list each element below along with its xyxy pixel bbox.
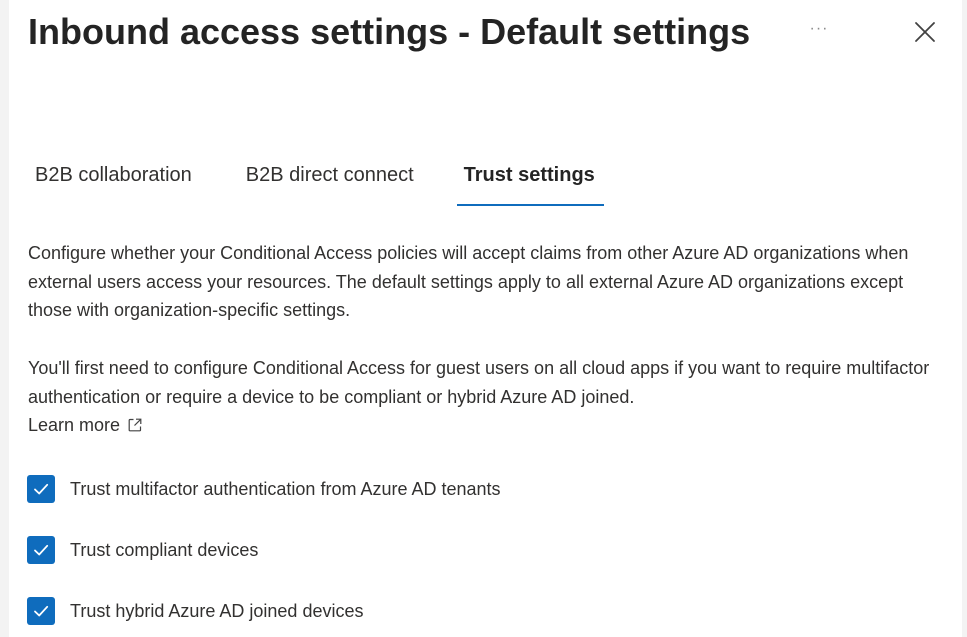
- trust-mfa-label: Trust multifactor authentication from Az…: [70, 479, 501, 499]
- more-icon: ···: [809, 20, 829, 37]
- tab-b2b-collaboration[interactable]: B2B collaboration: [27, 160, 200, 208]
- conditional-access-note: You'll first need to configure Condition…: [28, 354, 948, 440]
- trust-hybrid-devices-label: Trust hybrid Azure AD joined devices: [70, 601, 364, 621]
- settings-panel: Inbound access settings - Default settin…: [9, 0, 962, 637]
- learn-more-label: Learn more: [28, 415, 121, 435]
- trust-settings-description: Configure whether your Conditional Acces…: [28, 243, 909, 320]
- note-text: You'll first need to configure Condition…: [28, 358, 930, 407]
- close-icon: [915, 22, 935, 42]
- option-trust-compliant-devices[interactable]: Trust compliant devices: [27, 536, 258, 564]
- checkmark-icon: [34, 605, 49, 617]
- panel-header: Inbound access settings - Default settin…: [28, 10, 962, 60]
- option-trust-hybrid-devices[interactable]: Trust hybrid Azure AD joined devices: [27, 597, 363, 625]
- page-title: Inbound access settings - Default settin…: [28, 11, 751, 52]
- trust-mfa-checkbox[interactable]: [27, 475, 55, 503]
- checkmark-icon: [34, 483, 49, 495]
- external-link-icon: [128, 418, 142, 432]
- trust-compliant-devices-label: Trust compliant devices: [70, 540, 259, 560]
- more-options-button[interactable]: ···: [808, 18, 830, 44]
- tab-list: B2B collaboration B2B direct connect Tru…: [27, 160, 604, 208]
- option-trust-mfa[interactable]: Trust multifactor authentication from Az…: [27, 475, 501, 503]
- checkmark-icon: [34, 544, 49, 556]
- learn-more-link[interactable]: Learn more: [28, 415, 142, 435]
- trust-hybrid-devices-checkbox[interactable]: [27, 597, 55, 625]
- tab-b2b-direct-connect[interactable]: B2B direct connect: [238, 160, 422, 208]
- tab-trust-settings[interactable]: Trust settings: [456, 160, 604, 208]
- trust-compliant-devices-checkbox[interactable]: [27, 536, 55, 564]
- close-button[interactable]: [912, 19, 938, 45]
